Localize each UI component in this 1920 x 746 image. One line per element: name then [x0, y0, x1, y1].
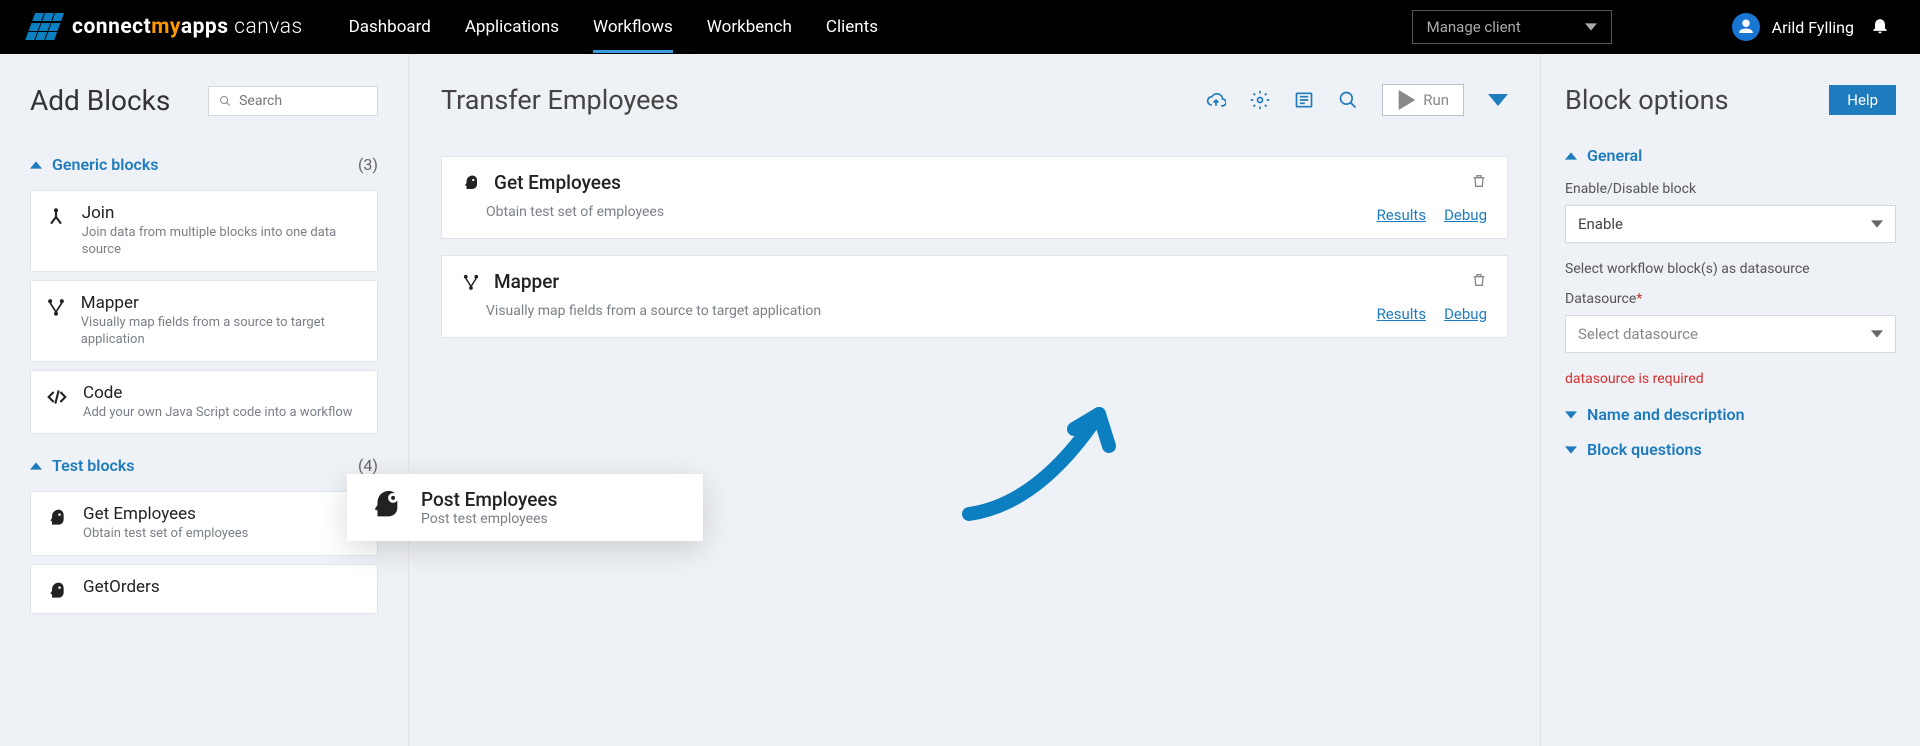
help-button[interactable]: Help	[1829, 85, 1896, 115]
enable-label: Enable/Disable block	[1565, 181, 1896, 197]
results-link[interactable]: Results	[1377, 305, 1427, 323]
datasource-hint: Select workflow block(s) as datasource	[1565, 261, 1896, 277]
run-button[interactable]: Run	[1382, 84, 1464, 116]
annotation-arrow-icon	[949, 374, 1149, 534]
notifications-icon[interactable]	[1870, 15, 1890, 39]
search-input[interactable]	[208, 86, 378, 116]
dragging-block-post-employees[interactable]: Post Employees Post test employees	[347, 474, 703, 541]
search-icon[interactable]	[1338, 90, 1358, 110]
block-card-code[interactable]: Code Add your own Java Script code into …	[30, 370, 378, 435]
head-gear-icon	[369, 488, 403, 522]
head-icon	[462, 174, 480, 192]
cloud-upload-icon[interactable]	[1206, 90, 1226, 110]
user-name: Arild Fylling	[1772, 18, 1854, 37]
debug-link[interactable]: Debug	[1444, 305, 1487, 323]
block-options-panel: Block options Help General Enable/Disabl…	[1540, 54, 1920, 746]
head-icon	[45, 504, 69, 543]
blocks-sidebar: Add Blocks Generic blocks (3) Join Join …	[0, 54, 408, 746]
head-icon	[45, 577, 69, 601]
datasource-select[interactable]: Select datasource	[1565, 315, 1896, 353]
chevron-up-icon	[30, 159, 42, 171]
chevron-down-icon	[1565, 444, 1577, 456]
chevron-up-icon	[30, 460, 42, 472]
block-card-getorders[interactable]: GetOrders	[30, 564, 378, 614]
options-title: Block options	[1565, 84, 1729, 116]
datasource-error: datasource is required	[1565, 371, 1896, 387]
nav-applications[interactable]: Applications	[465, 3, 559, 51]
chevron-down-icon	[1565, 409, 1577, 421]
mapper-icon	[45, 293, 67, 349]
code-icon	[45, 383, 69, 422]
gear-icon[interactable]	[1250, 90, 1270, 110]
delete-block-icon[interactable]	[1471, 173, 1487, 193]
join-icon	[45, 203, 68, 259]
section-name-description[interactable]: Name and description	[1565, 405, 1896, 424]
block-card-join[interactable]: Join Join data from multiple blocks into…	[30, 190, 378, 272]
play-icon	[1397, 90, 1417, 110]
chevron-down-icon	[1871, 218, 1883, 230]
delete-block-icon[interactable]	[1471, 272, 1487, 292]
workflow-title: Transfer Employees	[441, 84, 679, 116]
section-block-questions[interactable]: Block questions	[1565, 440, 1896, 459]
chevron-up-icon	[1565, 150, 1577, 162]
main-nav: Dashboard Applications Workflows Workben…	[349, 3, 878, 51]
avatar-icon	[1732, 13, 1760, 41]
workflow-block-mapper[interactable]: Mapper Visually map fields from a source…	[441, 255, 1508, 338]
logo-mark-icon	[25, 13, 67, 41]
search-icon	[219, 94, 231, 108]
nav-workbench[interactable]: Workbench	[707, 3, 792, 51]
datasource-label: Datasource*	[1565, 291, 1896, 307]
block-card-get-employees[interactable]: Get Employees Obtain test set of employe…	[30, 491, 378, 556]
section-general[interactable]: General	[1565, 146, 1896, 165]
brand-text: connectmyapps canvas	[72, 15, 303, 39]
mapper-icon	[462, 273, 480, 291]
chevron-down-icon	[1585, 21, 1597, 33]
topbar: connectmyapps canvas Dashboard Applicati…	[0, 0, 1920, 54]
manage-client-dropdown[interactable]: Manage client	[1412, 10, 1612, 44]
user-menu[interactable]: Arild Fylling	[1732, 13, 1854, 41]
category-test-blocks[interactable]: Test blocks (4)	[30, 448, 378, 483]
workflow-canvas: Transfer Employees Run Get Employees	[408, 54, 1540, 746]
debug-link[interactable]: Debug	[1444, 206, 1487, 224]
block-card-mapper[interactable]: Mapper Visually map fields from a source…	[30, 280, 378, 362]
sidebar-title: Add Blocks	[30, 84, 170, 117]
enable-select[interactable]: Enable	[1565, 205, 1896, 243]
news-icon[interactable]	[1294, 90, 1314, 110]
workflow-block-get-employees[interactable]: Get Employees Obtain test set of employe…	[441, 156, 1508, 239]
nav-clients[interactable]: Clients	[826, 3, 878, 51]
chevron-down-icon	[1871, 328, 1883, 340]
chevron-down-icon[interactable]	[1488, 90, 1508, 110]
logo: connectmyapps canvas	[30, 13, 303, 41]
category-generic-blocks[interactable]: Generic blocks (3)	[30, 147, 378, 182]
results-link[interactable]: Results	[1377, 206, 1427, 224]
nav-dashboard[interactable]: Dashboard	[349, 3, 431, 51]
nav-workflows[interactable]: Workflows	[593, 3, 673, 51]
